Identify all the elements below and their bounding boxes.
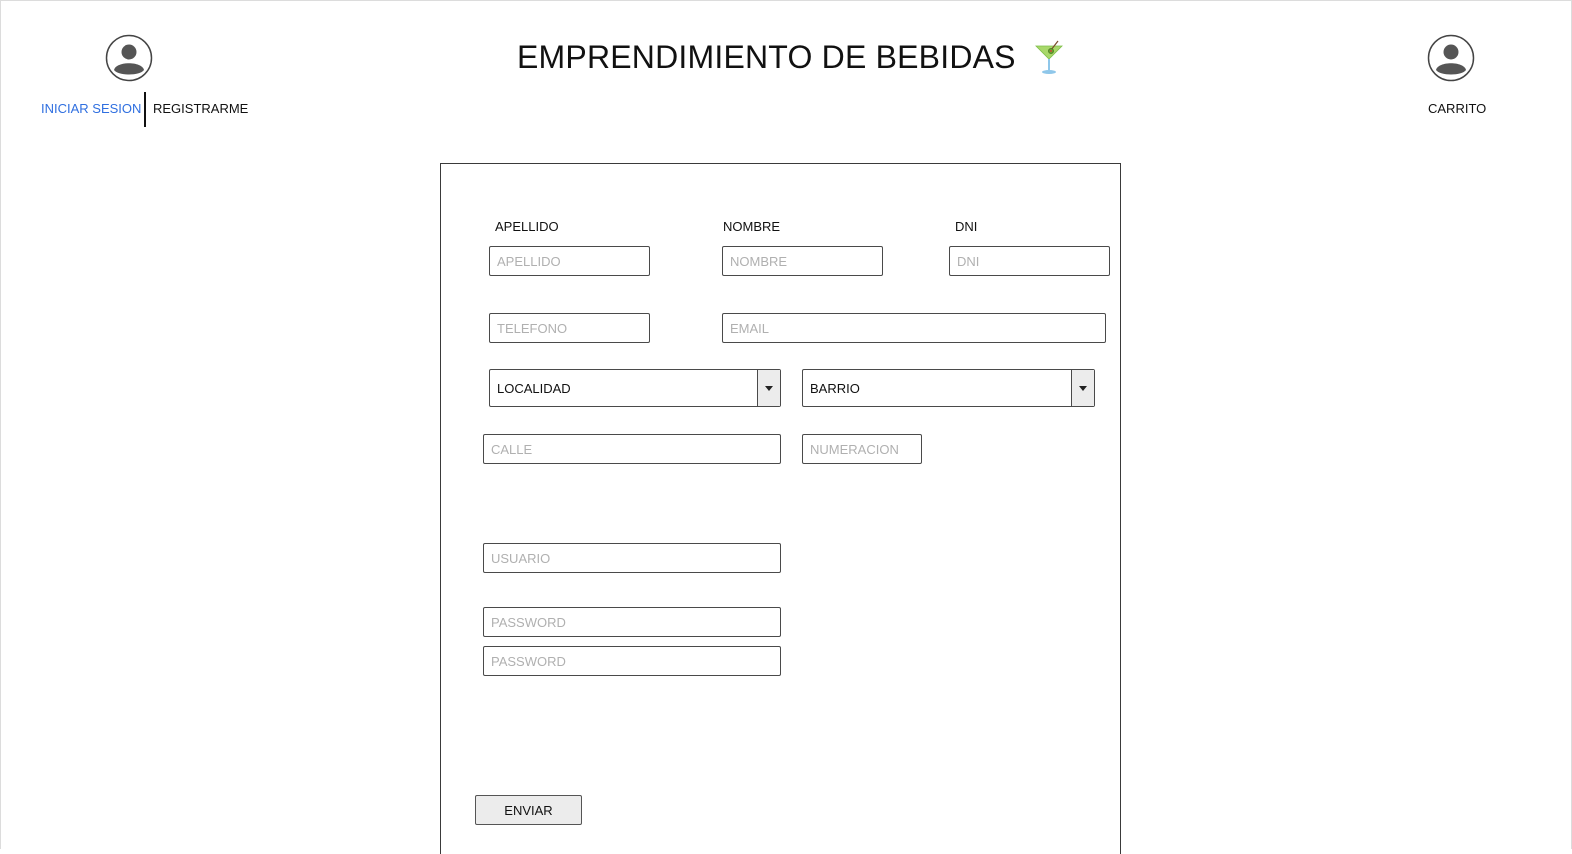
email-input[interactable] — [722, 313, 1106, 343]
numeracion-input[interactable] — [802, 434, 922, 464]
label-apellido: APELLIDO — [495, 219, 559, 234]
usuario-input[interactable] — [483, 543, 781, 573]
calle-input[interactable] — [483, 434, 781, 464]
apellido-input[interactable] — [489, 246, 650, 276]
chevron-down-icon[interactable] — [1071, 370, 1094, 406]
submit-button[interactable]: ENVIAR — [475, 795, 582, 825]
register-link[interactable]: REGISTRARME — [153, 101, 248, 116]
chevron-down-icon[interactable] — [757, 370, 780, 406]
label-dni: DNI — [955, 219, 978, 234]
cart-link[interactable]: CARRITO — [1428, 101, 1486, 116]
localidad-select[interactable]: LOCALIDAD — [489, 369, 781, 407]
telefono-input[interactable] — [489, 313, 650, 343]
barrio-select[interactable]: BARRIO — [802, 369, 1095, 407]
password-confirm-input[interactable] — [483, 646, 781, 676]
nav-divider — [144, 92, 146, 127]
page-title: EMPRENDIMIENTO DE BEBIDAS — [517, 39, 1016, 75]
barrio-select-value: BARRIO — [810, 381, 860, 396]
nombre-input[interactable] — [722, 246, 883, 276]
user-avatar-icon[interactable] — [105, 34, 153, 82]
cart-user-icon[interactable] — [1427, 34, 1475, 82]
registration-form: APELLIDO NOMBRE DNI LOCALIDAD BARRIO ENV… — [440, 163, 1121, 854]
login-link[interactable]: INICIAR SESION — [41, 101, 141, 116]
label-nombre: NOMBRE — [723, 219, 781, 234]
password-input[interactable] — [483, 607, 781, 637]
dni-input[interactable] — [949, 246, 1110, 276]
cocktail-icon — [1035, 40, 1063, 74]
localidad-select-value: LOCALIDAD — [497, 381, 571, 396]
